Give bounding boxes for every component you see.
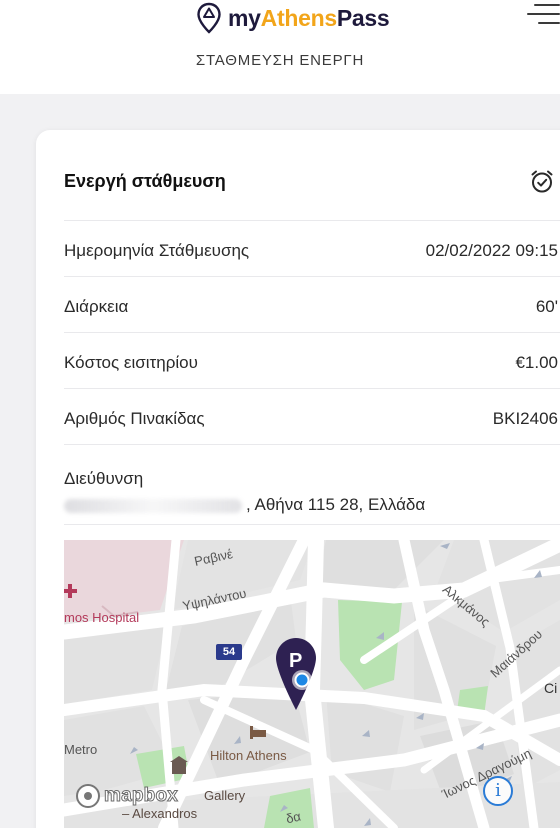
map-poi-label: – Alexandros [122, 806, 198, 821]
plate-number-label: Αριθμός Πινακίδας [64, 409, 205, 428]
parking-date-value: 02/02/2022 09:15 [425, 241, 558, 260]
card-title: Ενεργή στάθμευση [64, 171, 226, 191]
address-row: Διεύθυνση , Αθήνα 115 28, Ελλάδα [64, 444, 560, 524]
ticket-cost-value: €1.00 [515, 353, 558, 372]
map-poi-label: Metro [64, 742, 98, 757]
svg-text:P: P [289, 650, 302, 672]
duration-row: Διάρκεια 60' [64, 276, 560, 332]
mapbox-attribution[interactable]: mapbox [76, 784, 178, 808]
card-header: Ενεργή στάθμευση [64, 130, 560, 220]
ticket-cost-label: Κόστος εισιτηρίου [64, 353, 198, 372]
address-divider [64, 524, 560, 525]
address-label: Διεύθυνση [64, 469, 144, 488]
app-logo[interactable]: myAthensPass [196, 0, 390, 36]
mapbox-text: mapbox [103, 785, 179, 807]
redacted-street [64, 498, 242, 513]
map-info-button[interactable]: i [483, 776, 513, 806]
app-header: myAthensPass ΣΤΑΘΜΕΥΣΗ ΕΝΕΡΓΗ [0, 0, 560, 94]
map-poi-label: Hilton Athens [210, 748, 287, 763]
location-pin-logo-icon [197, 2, 221, 34]
hamburger-menu-icon[interactable] [527, 2, 560, 26]
address-city-text: , Αθήνα 115 28, Ελλάδα [246, 495, 426, 514]
ticket-cost-row: Κόστος εισιτηρίου €1.00 [64, 332, 560, 388]
page-subtitle: ΣΤΑΘΜΕΥΣΗ ΕΝΕΡΓΗ [195, 52, 365, 69]
parking-date-row: Ημερομηνία Στάθμευσης 02/02/2022 09:15 [64, 220, 560, 276]
duration-label: Διάρκεια [64, 297, 129, 316]
parking-date-label: Ημερομηνία Στάθμευσης [64, 241, 250, 260]
plate-number-value: BKI2406 [492, 409, 558, 428]
map-street-label: δα [284, 808, 303, 827]
parking-map[interactable]: P Ραβινέ Υψηλάντου mos Hospital Αλκμάνος… [64, 540, 560, 828]
alarm-clock-icon [531, 170, 553, 193]
duration-value: 60' [535, 297, 558, 316]
route-shield: 54 [216, 644, 242, 660]
address-value: , Αθήνα 115 28, Ελλάδα [64, 495, 425, 515]
map-poi-label: mos Hospital [64, 610, 140, 625]
mapbox-logo-icon [76, 784, 100, 808]
map-poi-label: Ci [544, 680, 558, 696]
plate-number-row: Αριθμός Πινακίδας BKI2406 [64, 388, 560, 444]
map-poi-label: Gallery [204, 788, 246, 803]
logo-text: myAthensPass [228, 4, 390, 31]
